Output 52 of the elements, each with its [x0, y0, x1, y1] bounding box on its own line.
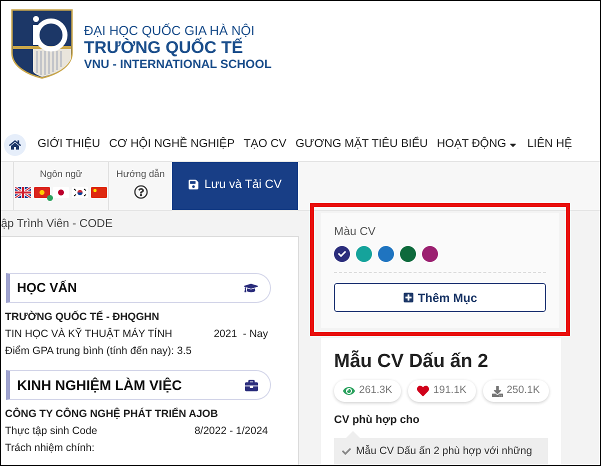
check-icon — [342, 446, 351, 456]
nav-link[interactable]: CƠ HỘI NGHỀ NGHIỆP — [109, 136, 235, 154]
section-header: KINH NGHIỆM LÀM VIỆC — [6, 370, 271, 400]
save-download-button[interactable]: Lưu và Tải CV — [172, 162, 298, 210]
university-name: ĐẠI HỌC QUỐC GIA HÀ NỘI — [84, 23, 256, 38]
role-text: TIN HỌC VÀ KỸ THUẬT MÁY TÍNH — [5, 326, 172, 342]
period-text: 2021 - Nay — [214, 327, 268, 342]
organization-name: CÔNG TY CÔNG NGHỆ PHÁT TRIỂN AJOB — [5, 406, 219, 422]
briefcase-icon — [245, 378, 258, 392]
period-text: 8/2022 - 1/2024 — [194, 424, 268, 439]
nav-link[interactable]: GƯƠNG MẶT TIÊU BIỂU — [295, 136, 428, 154]
school-subtitle: VNU - INTERNATIONAL SCHOOL — [84, 57, 272, 72]
download-icon — [492, 386, 503, 397]
color-swatch[interactable] — [400, 246, 416, 262]
color-swatch[interactable] — [334, 246, 350, 262]
check-icon — [338, 250, 346, 258]
home-icon — [9, 139, 22, 151]
nav-link[interactable]: TẠO CV — [244, 136, 286, 154]
detail-text: Trách nhiệm chính: — [5, 441, 96, 456]
language-label: Ngôn ngữ — [40, 168, 82, 182]
help-icon — [134, 185, 148, 200]
eye-icon — [343, 385, 355, 398]
home-nav-button[interactable] — [4, 134, 26, 156]
nav-link[interactable]: GIỚI THIỆU — [37, 136, 100, 154]
detail-text: Điểm GPA trung bình (tính đến nay): 3.5 — [5, 344, 193, 359]
save-icon — [188, 178, 200, 190]
add-section-button[interactable]: Thêm Mục — [334, 283, 546, 312]
organization-name: TRƯỜNG QUỐC TẾ - ĐHQGHN — [5, 310, 160, 325]
guide-button[interactable]: Hướng dẫn — [109, 162, 172, 210]
shield-logo-icon — [11, 9, 73, 79]
stat-pill: 250.1K — [482, 380, 549, 402]
section-header: HỌC VẤN — [6, 273, 271, 303]
color-swatch[interactable] — [378, 246, 394, 262]
role-text: Thực tập sinh Code — [5, 424, 98, 439]
fit-item-text: Mẫu CV Dấu ấn 2 phù hợp với những — [356, 444, 532, 458]
language-flag[interactable] — [72, 187, 88, 198]
graduation-cap-icon — [244, 281, 258, 295]
cv-title: ập Trình Viên - CODE — [1, 217, 114, 232]
language-flag[interactable] — [15, 187, 31, 198]
stat-pill: 191.1K — [408, 380, 476, 402]
fit-heading: CV phù hợp cho — [334, 413, 420, 428]
nav-link[interactable]: LIÊN HỆ — [527, 136, 572, 154]
color-swatch[interactable] — [422, 246, 438, 262]
heart-icon — [417, 385, 430, 398]
color-label: Màu CV — [334, 225, 377, 240]
school-name: TRƯỜNG QUỐC TẾ — [84, 38, 244, 57]
template-title: Mẫu CV Dấu ấn 2 — [334, 350, 490, 374]
nav-menu[interactable]: HOẠT ĐỘNG — [436, 136, 518, 154]
color-swatch[interactable] — [356, 246, 372, 262]
stat-pill: 261.3K — [334, 380, 402, 402]
language-flag[interactable] — [53, 187, 69, 198]
plus-icon — [402, 292, 414, 304]
